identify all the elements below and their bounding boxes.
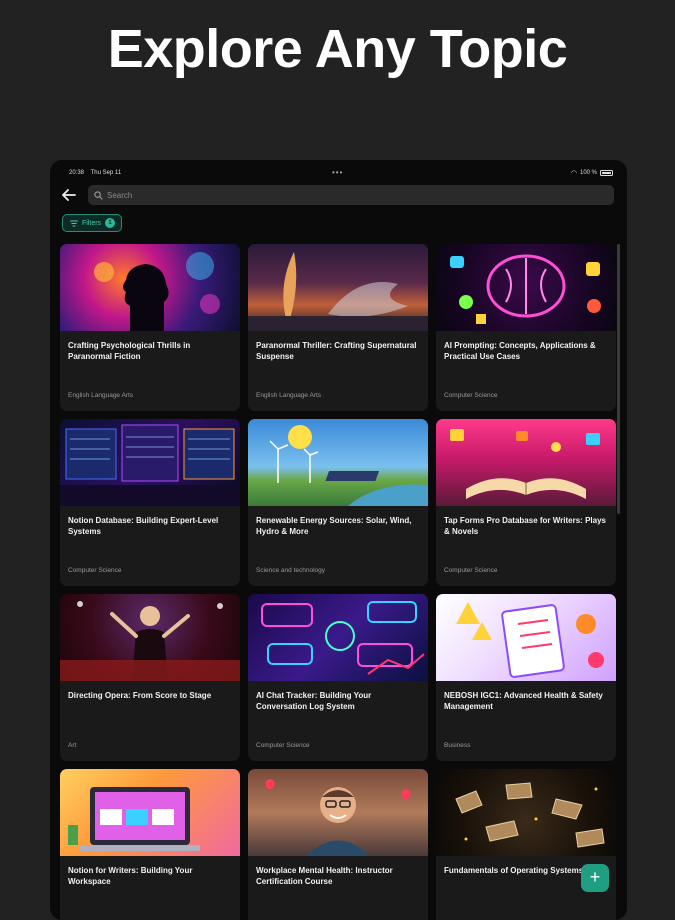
chat-bubbles-illustration — [261, 601, 425, 675]
open-books-illustration — [450, 429, 600, 499]
filter-icon — [70, 220, 78, 226]
wifi-icon: ◠ — [570, 170, 577, 177]
topic-card[interactable]: Renewable Energy Sources: Solar, Wind, H… — [248, 419, 428, 586]
card-image — [60, 419, 240, 506]
topic-card[interactable]: Workplace Mental Health: Instructor Cert… — [248, 769, 428, 920]
card-category: Science and technology — [256, 567, 326, 574]
search-icon — [94, 190, 103, 200]
search-input[interactable] — [107, 190, 587, 200]
card-image — [60, 594, 240, 681]
topic-card[interactable]: AI Prompting: Concepts, Applications & P… — [436, 244, 616, 411]
card-category: Computer Science — [256, 742, 310, 749]
battery-icon — [600, 170, 613, 176]
status-left: 20:38 Thu Sep 11 — [69, 170, 126, 176]
card-category: Computer Science — [68, 567, 122, 574]
topic-card[interactable]: Tap Forms Pro Database for Writers: Play… — [436, 419, 616, 586]
arrow-left-icon — [62, 189, 76, 201]
card-image — [248, 419, 428, 506]
card-image — [60, 244, 240, 331]
laptop-workspace-illustration — [68, 787, 200, 851]
filters-label: Filters — [82, 219, 102, 227]
card-image — [436, 769, 616, 856]
wind-solar-illustration — [269, 425, 428, 506]
status-date: Thu Sep 11 — [90, 170, 122, 176]
status-time: 20:38 — [69, 170, 85, 176]
profile-silhouette-illustration — [94, 252, 220, 331]
database-screens-illustration — [60, 424, 240, 506]
topic-card[interactable]: NEBOSH IGC1: Advanced Health & Safety Ma… — [436, 594, 616, 761]
filters-button[interactable]: Filters 1 — [62, 214, 123, 232]
card-title: AI Chat Tracker: Building Your Conversat… — [256, 691, 372, 711]
card-title: NEBOSH IGC1: Advanced Health & Safety Ma… — [444, 691, 603, 711]
plus-icon: + — [589, 867, 601, 887]
smiling-instructor-illustration — [265, 779, 411, 856]
card-image — [436, 594, 616, 681]
feather-smoke-illustration — [248, 252, 428, 331]
card-title: Tap Forms Pro Database for Writers: Play… — [444, 516, 606, 536]
topic-card[interactable]: Notion Database: Building Expert-Level S… — [60, 419, 240, 586]
card-category: Computer Science — [444, 567, 498, 574]
add-topic-button[interactable]: + — [581, 864, 609, 892]
status-right: ◠ 100 % — [571, 169, 613, 177]
battery-percent: 100 % — [579, 170, 597, 176]
card-title: Paranormal Thriller: Crafting Supernatur… — [256, 341, 417, 361]
card-category: English Language Arts — [256, 392, 322, 399]
card-title: Notion for Writers: Building Your Worksp… — [68, 866, 193, 886]
filter-count-badge: 1 — [105, 218, 116, 228]
flying-books-illustration — [455, 782, 605, 848]
card-title: Crafting Psychological Thrills in Parano… — [68, 341, 191, 361]
multitask-dots[interactable]: ••• — [332, 168, 343, 177]
topic-card[interactable]: Crafting Psychological Thrills in Parano… — [60, 244, 240, 411]
card-image — [436, 244, 616, 331]
topic-card[interactable]: Directing Opera: From Score to Stage Art — [60, 594, 240, 761]
card-category: Computer Science — [444, 392, 498, 399]
card-title: Workplace Mental Health: Instructor Cert… — [256, 866, 393, 886]
card-image — [248, 244, 428, 331]
card-image — [60, 769, 240, 856]
card-image — [248, 769, 428, 856]
card-title: AI Prompting: Concepts, Applications & P… — [444, 341, 596, 361]
opera-conductor-illustration — [60, 601, 240, 681]
card-image — [248, 594, 428, 681]
card-title: Notion Database: Building Expert-Level S… — [68, 516, 219, 536]
card-title: Renewable Energy Sources: Solar, Wind, H… — [256, 516, 412, 536]
neon-brain-illustration — [450, 254, 601, 324]
topic-card[interactable]: Paranormal Thriller: Crafting Supernatur… — [248, 244, 428, 411]
topic-card[interactable]: Notion for Writers: Building Your Worksp… — [60, 769, 240, 920]
card-image — [436, 419, 616, 506]
search-bar[interactable] — [88, 185, 614, 205]
tablet-screen: 20:38 Thu Sep 11 ••• ◠ 100 % Filters 1 — [50, 160, 627, 920]
topic-grid: Crafting Psychological Thrills in Parano… — [60, 244, 616, 920]
card-category: Art — [68, 742, 77, 749]
topic-card[interactable]: AI Chat Tracker: Building Your Conversat… — [248, 594, 428, 761]
scrollbar[interactable] — [617, 244, 620, 514]
card-category: Business — [444, 742, 471, 749]
back-button[interactable] — [62, 188, 80, 204]
promo-headline: Explore Any Topic — [107, 19, 568, 79]
card-category: English Language Arts — [68, 392, 134, 399]
status-bar: 20:38 Thu Sep 11 ••• ◠ 100 % — [50, 160, 627, 184]
topic-card[interactable]: Fundamentals of Operating Systems — [436, 769, 616, 920]
card-title: Directing Opera: From Score to Stage — [68, 691, 212, 700]
safety-checklist-illustration — [456, 602, 604, 678]
